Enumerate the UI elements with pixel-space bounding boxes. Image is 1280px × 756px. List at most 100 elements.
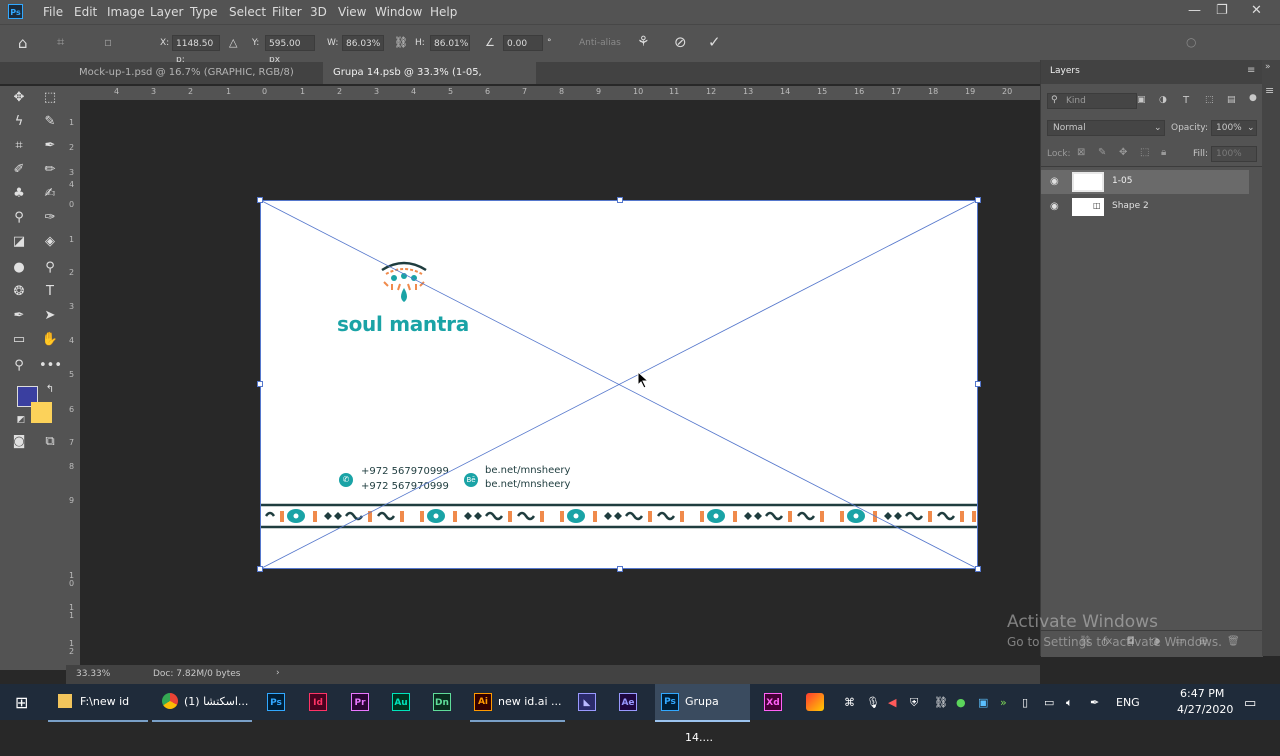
- adjustment-filter-icon[interactable]: ◑: [1159, 95, 1167, 105]
- fill-field[interactable]: 100%: [1211, 146, 1257, 162]
- default-colors-icon[interactable]: ◩: [10, 410, 32, 430]
- pen-icon[interactable]: ✒: [1090, 696, 1099, 709]
- notifications-icon[interactable]: ▭: [1244, 696, 1256, 711]
- art-brush-tool-icon[interactable]: ✑: [39, 208, 61, 228]
- background-color-swatch[interactable]: [31, 402, 52, 423]
- more-tools-icon[interactable]: •••: [39, 356, 62, 376]
- path-select-tool-icon[interactable]: ➤: [39, 306, 61, 326]
- transform-handle[interactable]: [975, 381, 981, 387]
- tab-grupa[interactable]: Grupa 14.psb @ 33.3% (1-05, RGB/8)×: [323, 62, 536, 100]
- volume-icon[interactable]: 🔈︎: [1066, 696, 1073, 710]
- tray-icon-7[interactable]: ▣: [978, 696, 988, 709]
- link-tray-icon[interactable]: ⛓: [934, 696, 948, 709]
- after-effects-app-icon[interactable]: Ae: [619, 693, 637, 711]
- taskbar-chrome[interactable]: (1) اسكتشا...: [152, 684, 252, 722]
- lock-all-icon[interactable]: 🔒︎: [1161, 147, 1166, 158]
- restore-icon[interactable]: ❐: [1216, 3, 1228, 18]
- menu-view[interactable]: View: [338, 5, 366, 19]
- reference-grid-icon[interactable]: ▫: [104, 35, 112, 49]
- opacity-field[interactable]: 100% ⌄: [1211, 120, 1257, 136]
- taskbar-photoshop-active[interactable]: Ps Grupa 14....: [655, 684, 750, 744]
- paint-bucket-tool-icon[interactable]: ◈: [39, 232, 61, 252]
- quick-mask-icon[interactable]: ◙: [8, 432, 30, 452]
- anti-alias-label[interactable]: Anti-alias: [579, 38, 621, 48]
- brush-tool-icon[interactable]: ✏: [39, 160, 61, 180]
- sponge-tool-icon[interactable]: ❂: [8, 282, 30, 302]
- microphone-icon[interactable]: 🎙︎: [866, 696, 880, 709]
- transform-handle[interactable]: [617, 566, 623, 572]
- swap-colors-icon[interactable]: ↰: [39, 380, 61, 400]
- healing-brush-tool-icon[interactable]: ✐: [8, 160, 30, 180]
- transform-handle[interactable]: [257, 197, 263, 203]
- image-filter-icon[interactable]: ▣: [1137, 95, 1146, 105]
- photoshop-app-icon[interactable]: Ps: [267, 693, 285, 711]
- smart-object-filter-icon[interactable]: ▤: [1227, 95, 1236, 105]
- link-icon[interactable]: ⛓: [394, 36, 408, 49]
- home-icon[interactable]: ⌂: [18, 34, 28, 52]
- dimension-app-icon[interactable]: Dn: [433, 693, 451, 711]
- eye-icon[interactable]: ◉: [1050, 176, 1059, 187]
- indesign-app-icon[interactable]: Id: [309, 693, 327, 711]
- transform-handle[interactable]: [617, 197, 623, 203]
- menu-help[interactable]: Help: [430, 5, 457, 19]
- blur-tool-icon[interactable]: ●: [8, 258, 30, 278]
- lock-position-icon[interactable]: ✥: [1119, 147, 1127, 158]
- clone-stamp-tool-icon[interactable]: ♣: [8, 184, 30, 204]
- menu-image[interactable]: Image: [107, 5, 145, 19]
- audition-app-icon[interactable]: Au: [392, 693, 410, 711]
- zoom-tool-icon[interactable]: ⚲: [8, 356, 30, 376]
- shape-filter-icon[interactable]: ⬚: [1205, 95, 1214, 105]
- transform-bounding-box[interactable]: [260, 200, 978, 569]
- y-field[interactable]: 595.00 px: [265, 35, 315, 65]
- marquee-tool-icon[interactable]: ⬚: [39, 88, 61, 108]
- pen-tool-icon[interactable]: ✒: [8, 306, 30, 326]
- history-brush-tool-icon[interactable]: ✍: [39, 184, 61, 204]
- tab-mockup[interactable]: Mock-up-1.psd @ 16.7% (GRAPHIC, RGB/8) *…: [69, 62, 322, 100]
- layer-filter-kind[interactable]: ⚲ Kind: [1047, 93, 1137, 109]
- menu-file[interactable]: File: [43, 5, 63, 19]
- tray-icon-6[interactable]: ●: [956, 696, 966, 709]
- transform-handle[interactable]: [257, 566, 263, 572]
- eyedropper-tool-icon[interactable]: ✒: [39, 136, 61, 156]
- blend-mode-select[interactable]: Normal ⌄: [1047, 120, 1165, 136]
- menu-layer[interactable]: Layer: [150, 5, 183, 19]
- crop-tool-icon[interactable]: ⌗: [8, 136, 30, 156]
- layer-name[interactable]: Shape 2: [1112, 201, 1149, 211]
- tray-icon-8[interactable]: »: [1000, 696, 1007, 709]
- zoom-level[interactable]: 33.33%: [76, 669, 110, 679]
- quick-select-tool-icon[interactable]: ✎: [39, 112, 61, 132]
- media-encoder-app-icon[interactable]: ◣: [578, 693, 596, 711]
- commit-transform-icon[interactable]: ✓: [708, 33, 721, 51]
- type-tool-icon[interactable]: T: [39, 282, 61, 302]
- lock-artboard-icon[interactable]: ⬚: [1140, 147, 1149, 158]
- w-field[interactable]: 86.03%: [342, 35, 384, 51]
- premiere-app-icon[interactable]: Pr: [351, 693, 369, 711]
- layer-name[interactable]: 1-05: [1112, 176, 1132, 186]
- x-field[interactable]: 1148.50 p:: [172, 35, 220, 65]
- reference-point-icon[interactable]: ⌗: [57, 35, 64, 50]
- clock-date[interactable]: 4/27/2020: [1177, 703, 1233, 716]
- usb-icon[interactable]: ▯: [1022, 696, 1028, 709]
- tray-icon-3[interactable]: ◀: [888, 696, 896, 709]
- document-canvas[interactable]: soul mantra ✆ +972 567970999 +972 567970…: [260, 200, 978, 569]
- clock-time[interactable]: 6:47 PM: [1180, 687, 1224, 700]
- h-field[interactable]: 86.01%: [430, 35, 470, 51]
- layer-row-1-05[interactable]: ◉ 1-05: [1041, 170, 1249, 194]
- rectangle-tool-icon[interactable]: ▭: [8, 330, 30, 350]
- screen-mode-icon[interactable]: ⧉: [39, 432, 61, 452]
- panel-menu-icon[interactable]: ≡: [1247, 65, 1255, 76]
- menu-edit[interactable]: Edit: [74, 5, 97, 19]
- defender-icon[interactable]: ⛨: [910, 696, 918, 710]
- taskbar-illustrator[interactable]: Ai new id.ai ...: [470, 684, 565, 722]
- eraser-tool-icon[interactable]: ◪: [8, 232, 30, 252]
- tray-icon-1[interactable]: ⌘: [844, 696, 855, 709]
- menu-select[interactable]: Select: [229, 5, 266, 19]
- angle-field[interactable]: 0.00: [503, 35, 543, 51]
- layer-row-shape-2[interactable]: ◉ ◫ Shape 2: [1041, 195, 1249, 219]
- move-tool-icon[interactable]: ✥: [8, 88, 30, 108]
- windows-start-icon[interactable]: ⊞: [15, 693, 28, 712]
- taskbar-explorer[interactable]: F:\new id: [48, 684, 148, 722]
- search-icon[interactable]: ○: [1186, 35, 1196, 49]
- menu-3d[interactable]: 3D: [310, 5, 327, 19]
- stamp-tool-icon[interactable]: ⚲: [8, 208, 30, 228]
